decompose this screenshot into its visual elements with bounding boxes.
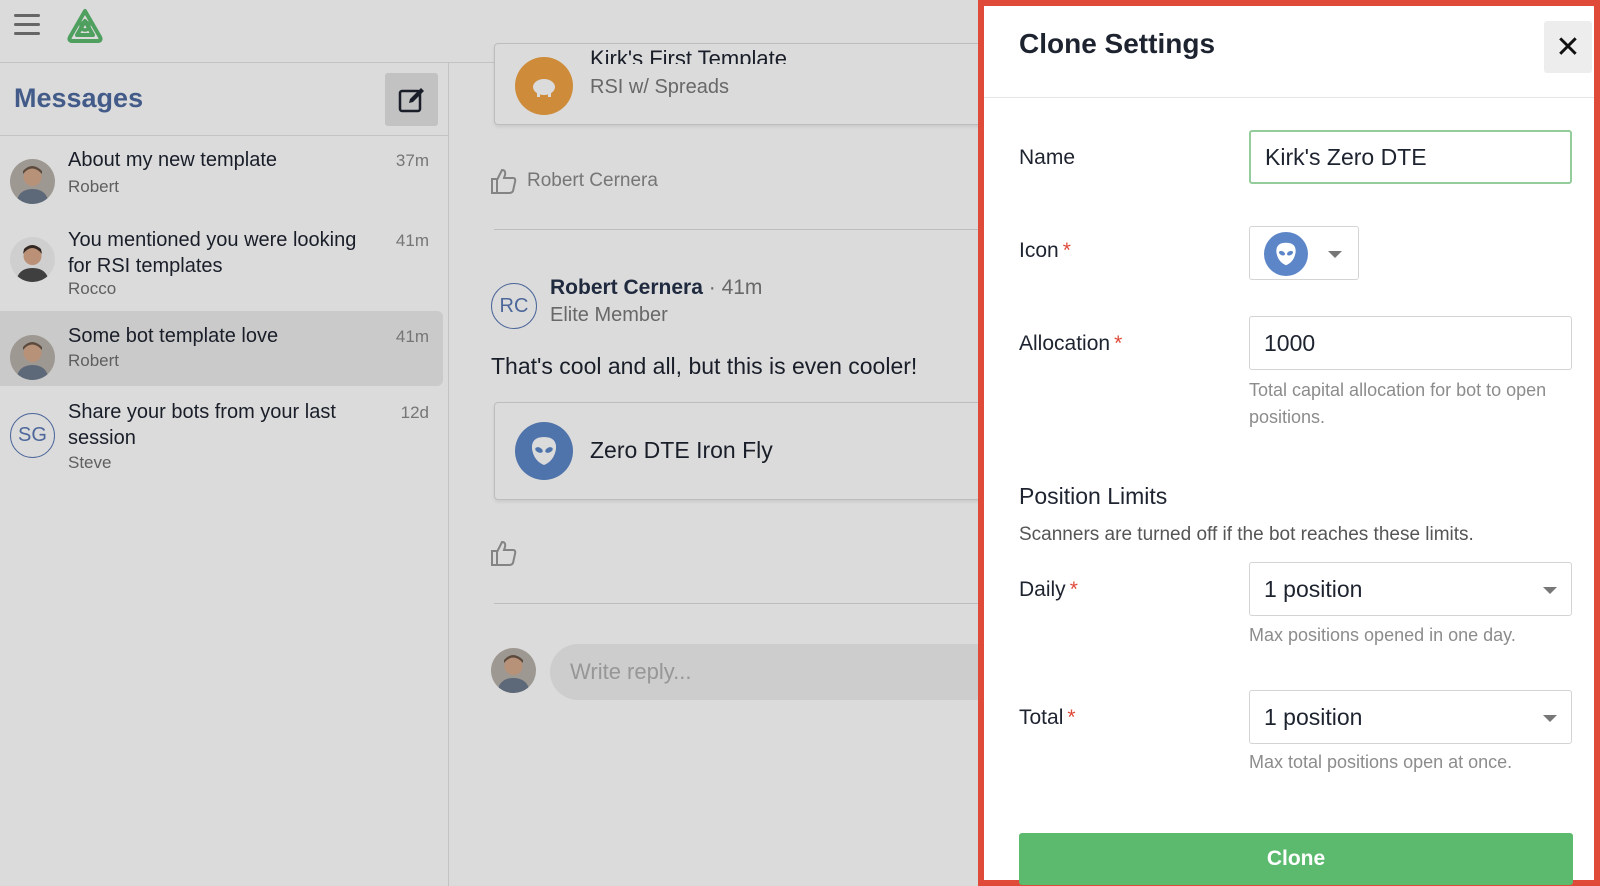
clone-button[interactable]: Clone <box>1019 833 1573 885</box>
author-name[interactable]: Robert Cernera <box>550 276 703 299</box>
hamburger-menu-icon[interactable] <box>14 14 40 36</box>
name-input[interactable] <box>1249 130 1572 184</box>
list-item-time: 41m <box>395 231 429 250</box>
chevron-down-icon <box>1328 251 1342 258</box>
post-time: 41m <box>721 276 763 299</box>
chevron-down-icon <box>1543 715 1557 722</box>
drawer-title: Clone Settings <box>1019 28 1216 59</box>
thumbs-up-icon[interactable] <box>489 539 517 567</box>
alien-icon <box>1264 232 1308 276</box>
bot-card-title: Zero DTE Iron Fly <box>590 437 773 463</box>
message-thread: Kirk's First Template RSI w/ Spreads Rob… <box>449 43 1054 886</box>
reply-input[interactable] <box>550 644 1030 700</box>
bot-template-card[interactable]: Zero DTE Iron Fly <box>494 402 1054 500</box>
divider <box>494 229 1014 230</box>
icon-label: Icon * <box>1019 239 1071 263</box>
list-item-selected[interactable]: Some bot template love Robert 41m <box>0 311 443 386</box>
name-label-text: Name <box>1019 146 1076 169</box>
list-item[interactable]: About my new template Robert 37m <box>0 143 443 213</box>
bot-card-subtitle: RSI w/ Spreads <box>590 76 729 98</box>
list-item-title: Some bot template love <box>68 325 279 347</box>
avatar <box>491 648 536 693</box>
icon-select[interactable] <box>1249 226 1359 280</box>
required-marker: * <box>1114 332 1123 355</box>
avatar <box>10 159 55 204</box>
compose-icon <box>398 87 424 112</box>
chevron-down-icon <box>1543 587 1557 594</box>
avatar: SG <box>10 413 55 458</box>
piggy-bank-icon <box>515 57 573 115</box>
required-marker: * <box>1067 706 1076 729</box>
list-item[interactable]: SG Share your bots from your last sessio… <box>0 393 443 481</box>
close-button[interactable]: ✕ <box>1544 21 1592 73</box>
list-item[interactable]: You mentioned you were looking for RSI t… <box>0 221 443 303</box>
app-logo-icon[interactable] <box>64 7 106 45</box>
allocation-label: Allocation * <box>1019 332 1122 356</box>
post-author: Robert Cernera · 41m <box>550 276 762 300</box>
list-item-time: 41m <box>395 327 429 346</box>
compose-button[interactable] <box>385 73 438 126</box>
daily-limit-select[interactable]: 1 position <box>1249 562 1572 616</box>
daily-limit-value: 1 position <box>1264 575 1363 602</box>
name-label: Name <box>1019 146 1075 170</box>
list-item-title: About my new template <box>68 149 277 171</box>
separator: · <box>702 276 722 299</box>
drawer-header: Clone Settings ✕ <box>984 6 1594 98</box>
alien-icon <box>515 422 573 480</box>
daily-label: Daily * <box>1019 578 1078 602</box>
allocation-label-text: Allocation <box>1019 332 1111 355</box>
sidebar-header: Messages <box>0 63 448 136</box>
avatar: RC <box>491 283 537 329</box>
position-limits-title: Position Limits <box>1019 483 1168 509</box>
total-help-text: Max total positions open at once. <box>1249 752 1513 772</box>
required-marker: * <box>1069 578 1078 601</box>
thumbs-up-icon[interactable] <box>489 167 517 195</box>
list-item-sender: Steve <box>68 453 112 472</box>
list-item-time: 12d <box>400 403 429 422</box>
list-item-sender: Robert <box>68 177 120 196</box>
author-role: Elite Member <box>550 304 668 326</box>
post-text: That's cool and all, but this is even co… <box>491 353 918 379</box>
total-label: Total * <box>1019 706 1076 730</box>
daily-help-text: Max positions opened in one day. <box>1249 625 1516 645</box>
total-limit-select[interactable]: 1 position <box>1249 690 1572 744</box>
bot-card-title: Kirk's First Template <box>590 46 787 64</box>
required-marker: * <box>1062 239 1071 262</box>
allocation-help-text: Total capital allocation for bot to open… <box>1249 380 1547 427</box>
avatar <box>10 335 55 380</box>
avatar <box>10 237 55 282</box>
list-item-sender: Robert <box>68 351 120 370</box>
list-item-title: Share your bots from your last session <box>68 401 336 449</box>
position-limits-description: Scanners are turned off if the bot reach… <box>1019 524 1474 545</box>
daily-label-text: Daily <box>1019 578 1066 601</box>
sidebar-title: Messages <box>14 83 144 113</box>
messages-sidebar: Messages About my new template Robert 37… <box>0 63 449 886</box>
total-label-text: Total <box>1019 706 1064 729</box>
clone-settings-drawer: Clone Settings ✕ Name Icon* Allocation* … <box>978 0 1600 886</box>
bot-template-card[interactable]: Kirk's First Template RSI w/ Spreads <box>494 43 1054 125</box>
list-item-sender: Rocco <box>68 279 117 298</box>
divider <box>494 603 1014 604</box>
total-limit-value: 1 position <box>1264 703 1363 730</box>
allocation-input[interactable] <box>1249 316 1572 370</box>
list-item-time: 37m <box>395 151 429 170</box>
icon-label-text: Icon <box>1019 239 1059 262</box>
list-item-title: You mentioned you were looking for RSI t… <box>68 229 357 277</box>
liked-by-name: Robert Cernera <box>527 170 658 191</box>
